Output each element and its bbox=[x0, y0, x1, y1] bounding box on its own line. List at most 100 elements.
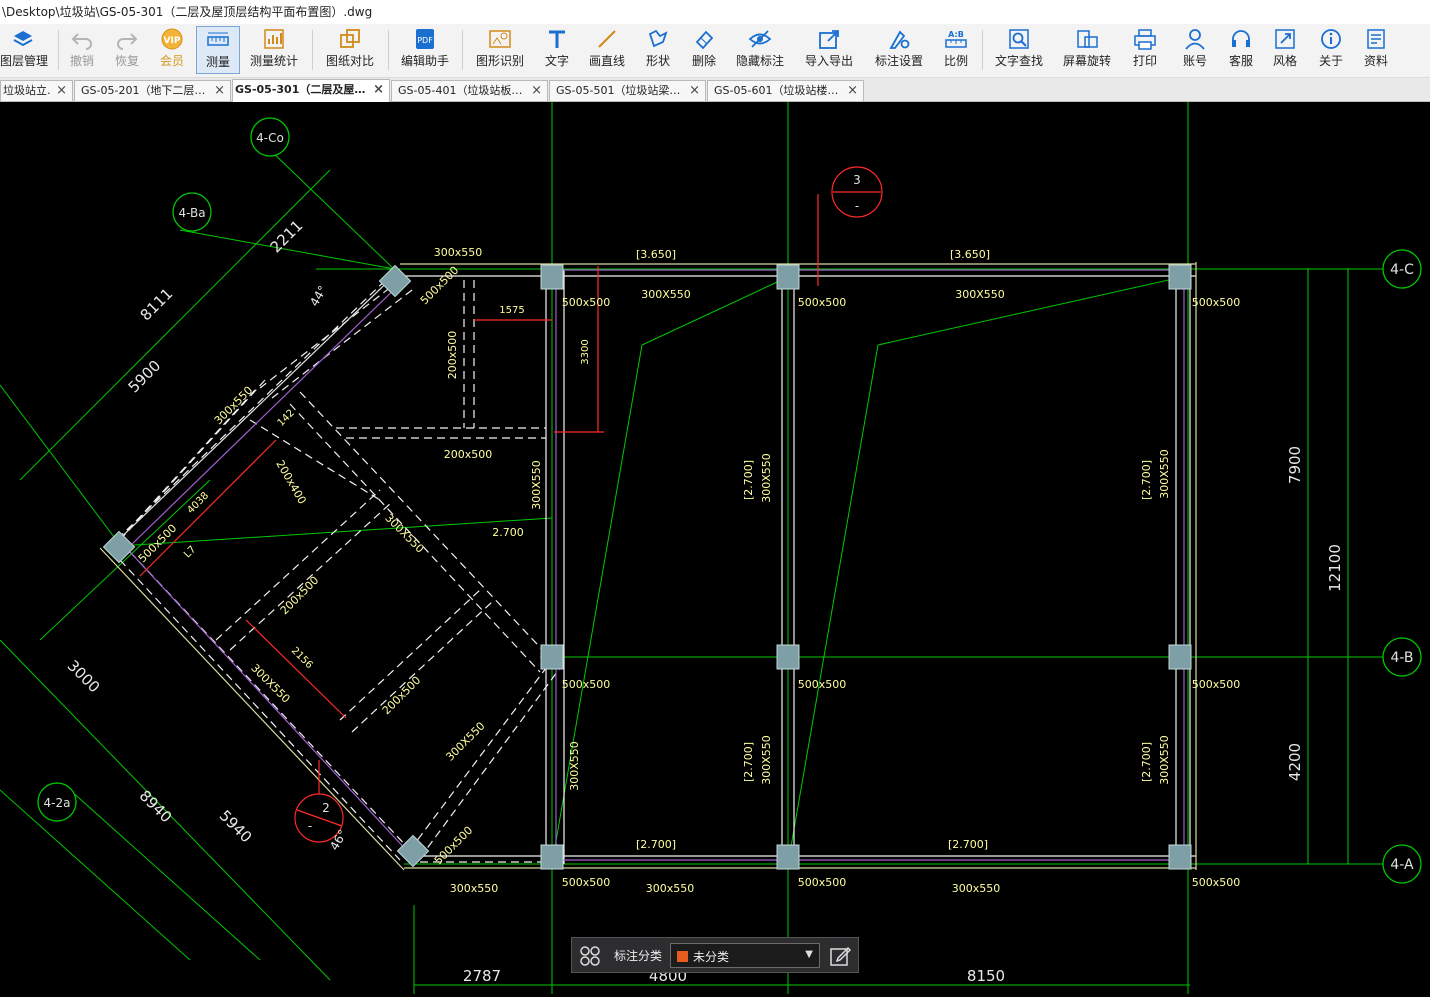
edit-category-icon[interactable] bbox=[828, 944, 852, 968]
print-button[interactable]: 打印 bbox=[1126, 26, 1164, 74]
dimension-2211: 2211 bbox=[267, 217, 307, 257]
beam-label: 200x500 bbox=[446, 331, 459, 380]
dimension-8150: 8150 bbox=[967, 967, 1005, 985]
customer-service-button[interactable]: 客服 bbox=[1222, 26, 1260, 74]
category-label: 标注分类 bbox=[614, 949, 663, 963]
elevation-label: [2.700] bbox=[1140, 460, 1153, 500]
close-icon[interactable]: × bbox=[689, 81, 700, 101]
dimension-7900: 7900 bbox=[1286, 446, 1304, 484]
label-l7: L7 bbox=[182, 544, 198, 560]
beam-label: 300X550 bbox=[248, 661, 292, 705]
scale-icon: A:B bbox=[945, 30, 967, 48]
svg-text:VIP: VIP bbox=[164, 36, 181, 46]
elevation-label: [2.700] bbox=[1140, 742, 1153, 782]
redo-button[interactable]: 恢复 bbox=[106, 26, 148, 74]
beam-label: 300x550 bbox=[434, 246, 483, 259]
delete-button[interactable]: 删除 bbox=[684, 26, 724, 74]
close-icon[interactable]: × bbox=[531, 81, 542, 101]
info-icon bbox=[1321, 29, 1341, 49]
axis-label-4-2a: 4-2a bbox=[44, 796, 71, 810]
tab-document-2[interactable]: GS-05-201（地下二层… × bbox=[74, 80, 231, 101]
close-icon[interactable]: × bbox=[56, 81, 67, 101]
dimension-12100: 12100 bbox=[1326, 544, 1344, 592]
drawing-canvas[interactable]: 4-C 4-B 4-A 4-Co 4-Ba 4-2a 7900 12100 42… bbox=[0, 102, 1430, 994]
beam-label: 300x550 bbox=[450, 882, 499, 895]
close-icon[interactable]: × bbox=[847, 81, 858, 101]
annotation-settings-button[interactable]: 标注设置 bbox=[870, 26, 928, 74]
shape-button[interactable]: 形状 bbox=[638, 26, 678, 74]
beam-label: 300X550 bbox=[641, 288, 691, 301]
beam-label: 200x500 bbox=[380, 674, 423, 717]
eraser-icon bbox=[695, 30, 714, 50]
column-label: 500x500 bbox=[798, 296, 847, 309]
vip-button[interactable]: VIP 会员 bbox=[152, 26, 192, 74]
docs-icon bbox=[1367, 29, 1385, 49]
screen-rotate-button[interactable]: 屏幕旋转 bbox=[1058, 26, 1116, 74]
search-icon bbox=[1009, 29, 1029, 49]
dimension-1575: 1575 bbox=[499, 305, 524, 316]
column-label: 500x500 bbox=[432, 824, 475, 867]
dimension-8111: 8111 bbox=[137, 285, 177, 325]
about-button[interactable]: 关于 bbox=[1312, 26, 1350, 74]
axis-label-4-ba: 4-Ba bbox=[178, 206, 205, 220]
headset-icon bbox=[1232, 30, 1250, 47]
dimension-2156: 2156 bbox=[289, 645, 315, 671]
tab-document-1[interactable]: 垃圾站立…× bbox=[0, 80, 73, 101]
vip-icon: VIP bbox=[161, 28, 183, 50]
undo-button[interactable]: 撤销 bbox=[62, 26, 102, 74]
layers-button[interactable]: 图层管理 bbox=[0, 26, 48, 74]
category-select[interactable]: 未分类 ▼ bbox=[670, 943, 820, 968]
beam-label: 300X550 bbox=[382, 511, 426, 555]
dimension-4038: 4038 bbox=[185, 490, 211, 516]
dimension-8940: 8940 bbox=[136, 787, 176, 827]
text-search-button[interactable]: 文字查找 bbox=[990, 26, 1048, 74]
tab-document-6[interactable]: GS-05-601（垃圾站楼… × bbox=[707, 80, 864, 101]
balloon-text: - bbox=[308, 819, 312, 833]
dimension-5940: 5940 bbox=[216, 807, 256, 847]
close-icon[interactable]: × bbox=[214, 81, 225, 101]
elevation-label: [2.700] bbox=[636, 838, 676, 851]
elevation-label: [2.700] bbox=[742, 742, 755, 782]
tab-document-3[interactable]: GS-05-301（二层及屋… × bbox=[232, 79, 390, 102]
beam-label: 300X550 bbox=[443, 719, 487, 763]
docs-button[interactable]: 资料 bbox=[1356, 26, 1396, 74]
compare-icon bbox=[340, 29, 360, 48]
axis-label-4-a: 4-A bbox=[1390, 857, 1414, 873]
redo-icon bbox=[117, 33, 138, 50]
edit-helper-button[interactable]: PDF 编辑助手 bbox=[396, 26, 454, 74]
layers-icon bbox=[13, 31, 33, 47]
tab-document-5[interactable]: GS-05-501（垃圾站梁… × bbox=[549, 80, 706, 101]
angle-46: 46° bbox=[327, 827, 350, 852]
document-tab-bar: 垃圾站立…× GS-05-201（地下二层…× GS-05-301（二层及屋…×… bbox=[0, 78, 1430, 102]
compare-button[interactable]: 图纸对比 bbox=[322, 26, 378, 74]
draw-line-button[interactable]: 画直线 bbox=[584, 26, 630, 74]
column-label: 500x500 bbox=[1192, 678, 1241, 691]
beam-label: 300X550 bbox=[955, 288, 1005, 301]
column-label: 500x500 bbox=[1192, 876, 1241, 889]
account-button[interactable]: 账号 bbox=[1176, 26, 1214, 74]
dimension-5900: 5900 bbox=[125, 357, 165, 397]
text-button[interactable]: 文字 bbox=[538, 26, 576, 74]
elevation-label: [2.700] bbox=[742, 460, 755, 500]
axis-label-4-co: 4-Co bbox=[256, 131, 284, 145]
import-export-button[interactable]: 导入导出 bbox=[800, 26, 858, 74]
window-title: \Desktop\垃圾站\GS-05-301（二层及屋顶层结构平面布置图）.dw… bbox=[0, 0, 1430, 24]
resize-icon bbox=[1275, 29, 1295, 49]
chart-icon bbox=[264, 29, 284, 49]
beams bbox=[99, 262, 1197, 871]
rotate-icon bbox=[1077, 30, 1098, 48]
shape-recognition-button[interactable]: 图形识别 bbox=[472, 26, 528, 74]
grid-icon[interactable] bbox=[580, 946, 600, 966]
measure-stats-button[interactable]: 测量统计 bbox=[246, 26, 302, 74]
elevation-label: [3.650] bbox=[636, 248, 676, 261]
svg-text:PDF: PDF bbox=[417, 36, 433, 45]
category-value: 未分类 bbox=[693, 950, 730, 964]
style-button[interactable]: 风格 bbox=[1266, 26, 1304, 74]
cad-drawing[interactable]: 4-C 4-B 4-A 4-Co 4-Ba 4-2a 7900 12100 42… bbox=[0, 102, 1430, 994]
scale-button[interactable]: A:B 比例 bbox=[938, 26, 974, 74]
measure-button[interactable]: 测量 bbox=[196, 26, 240, 74]
tab-document-4[interactable]: GS-05-401（垃圾站板… × bbox=[391, 80, 548, 101]
hide-annotation-button[interactable]: 隐藏标注 bbox=[732, 26, 788, 74]
column-label: 500x500 bbox=[798, 876, 847, 889]
close-icon[interactable]: × bbox=[373, 80, 384, 100]
